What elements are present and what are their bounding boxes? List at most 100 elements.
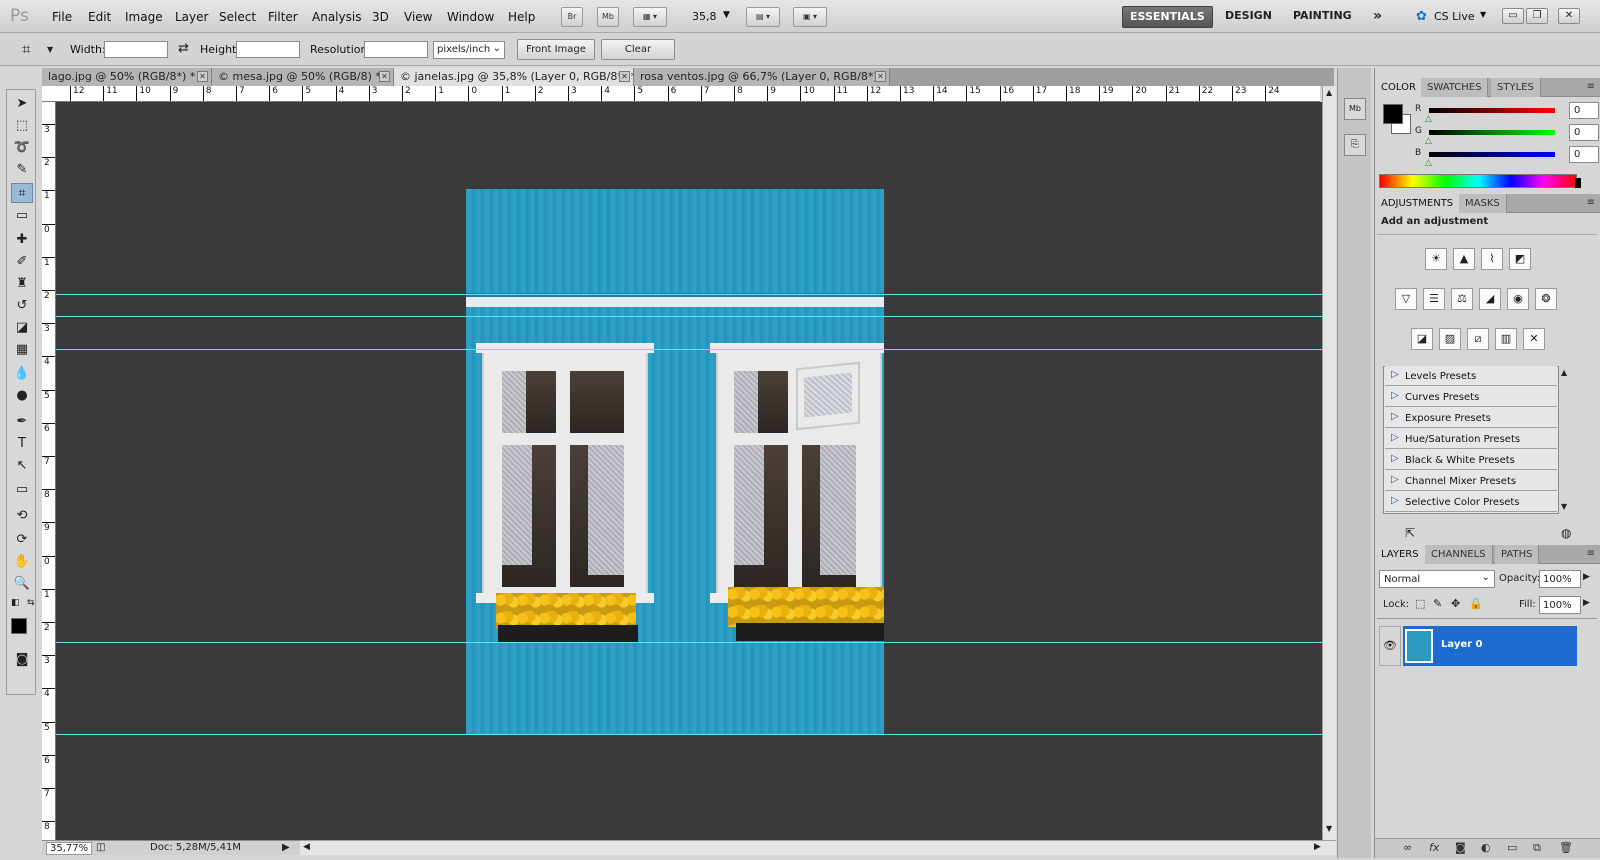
panel-menu-icon[interactable]: ≡ [1587,81,1595,92]
menu-help[interactable]: Help [508,10,535,24]
crop-tool-preset-icon[interactable]: ⌗ [22,40,30,58]
brush-tool-icon[interactable]: ✐ [11,252,33,272]
menu-analysis[interactable]: Analysis [312,10,361,24]
zoom-tool-icon[interactable]: 🔍 [11,574,33,594]
tab-channels[interactable]: CHANNELS [1425,545,1493,564]
guide-line[interactable] [56,294,1322,295]
status-icon[interactable]: ◫ [96,842,105,853]
lock-all-icon[interactable]: 🔒 [1469,597,1483,610]
front-image-button[interactable]: Front Image [517,39,595,60]
bridge-button[interactable]: Br [561,7,583,27]
tab-adjustments[interactable]: ADJUSTMENTS [1375,194,1461,213]
menu-layer[interactable]: Layer [175,10,208,24]
blue-value[interactable]: 0 [1569,146,1599,163]
black-white-icon[interactable]: ◢ [1479,288,1501,310]
selective-color-presets[interactable]: Selective Color Presets [1385,492,1557,512]
history-panel-icon[interactable]: ⎘ [1344,134,1366,156]
width-input[interactable] [104,41,168,58]
close-tab-icon[interactable]: ✕ [379,71,390,82]
mini-bridge-panel-icon[interactable]: Mb [1344,98,1366,120]
lock-transparency-icon[interactable]: ⬚ [1415,597,1425,610]
blur-tool-icon[interactable]: 💧 [11,364,33,384]
menu-filter[interactable]: Filter [268,10,298,24]
curves-presets[interactable]: Curves Presets [1385,387,1557,407]
crop-tool-icon[interactable]: ⌗ [11,183,33,203]
close-tab-icon[interactable]: ✕ [197,71,208,82]
type-tool-icon[interactable]: T [11,434,33,454]
workspace-design[interactable]: DESIGN [1218,6,1279,28]
zoom-dropdown-icon[interactable]: ▼ [723,10,730,20]
zoom-field[interactable]: 35,77% [46,842,93,855]
horizontal-scrollbar[interactable]: ◀ ▶ [300,840,1336,855]
link-layers-icon[interactable]: ∞ [1403,841,1412,854]
scroll-up-icon[interactable]: ▲ [1561,368,1567,377]
document-canvas[interactable] [56,102,1322,840]
dodge-tool-icon[interactable]: ● [11,386,33,406]
horizontal-ruler[interactable]: 12 11 10 9 8 7 6 5 4 3 2 1 0 1 2 3 4 5 6 7 8 9 10 11 12 13 14 15 16 1… [54,86,1320,102]
scroll-down-icon[interactable]: ▼ [1326,824,1332,833]
lock-pixels-icon[interactable]: ✎ [1433,597,1442,610]
slider-handle-icon[interactable]: △ [1425,136,1432,146]
brightness-contrast-icon[interactable]: ☀ [1425,248,1447,270]
tab-layers[interactable]: LAYERS [1375,545,1426,564]
opacity-field[interactable]: 100% [1539,570,1581,588]
menu-image[interactable]: Image [125,10,163,24]
tab-mesa[interactable]: © mesa.jpg @ 50% (RGB/8) * [212,68,394,86]
gradient-map-icon[interactable]: ▥ [1495,328,1517,350]
height-input[interactable] [236,41,300,58]
cs-live-dropdown-icon[interactable]: ▼ [1480,10,1486,19]
history-brush-tool-icon[interactable]: ↺ [11,296,33,316]
panel-menu-icon[interactable]: ≡ [1587,197,1595,208]
layer-style-icon[interactable]: fx [1429,841,1439,854]
slider-handle-icon[interactable]: △ [1425,158,1432,168]
rectangle-tool-icon[interactable]: ▭ [11,480,33,500]
exposure-presets[interactable]: Exposure Presets [1385,408,1557,428]
quick-mask-icon[interactable]: ◙ [11,650,33,670]
eraser-tool-icon[interactable]: ◪ [11,318,33,338]
minimize-button[interactable]: ▭ [1502,8,1524,24]
clone-stamp-tool-icon[interactable]: ♜ [11,274,33,294]
tab-janelas[interactable]: © janelas.jpg @ 35,8% (Layer 0, RGB/8*) … [394,68,634,86]
new-adjustment-layer-icon[interactable]: ◐ [1481,841,1491,854]
add-mask-icon[interactable]: ◙ [1455,841,1466,854]
tab-paths[interactable]: PATHS [1495,545,1540,564]
layer-row[interactable]: Layer 0 [1403,626,1577,666]
move-tool-icon[interactable]: ➤ [11,94,33,114]
scroll-left-icon[interactable]: ◀ [303,842,310,852]
black-white-presets[interactable]: Black & White Presets [1385,450,1557,470]
guide-line[interactable] [56,349,1322,350]
ruler-tool-icon[interactable]: ▭ [11,206,33,226]
hand-tool-icon[interactable]: ✋ [11,552,33,572]
3d-rotate-tool-icon[interactable]: ⟲ [11,506,33,526]
scroll-down-icon[interactable]: ▼ [1561,502,1567,511]
guide-line[interactable] [56,316,1322,317]
green-slider[interactable] [1429,130,1555,135]
posterize-icon[interactable]: ▨ [1439,328,1461,350]
menu-edit[interactable]: Edit [88,10,111,24]
restore-button[interactable]: ❐ [1526,8,1548,24]
tab-masks[interactable]: MASKS [1459,194,1507,213]
adjustment-options-icon[interactable]: ◍ [1561,526,1571,540]
red-slider[interactable] [1429,108,1555,113]
channel-mixer-icon[interactable]: ❂ [1535,288,1557,310]
quick-selection-tool-icon[interactable]: ✎ [11,160,33,180]
layer-name[interactable]: Layer 0 [1441,639,1482,650]
black-swatch[interactable] [1575,178,1581,188]
menu-window[interactable]: Window [447,10,494,24]
close-tab-icon[interactable]: ✕ [619,71,630,82]
tab-swatches[interactable]: SWATCHES [1421,78,1489,97]
tab-color[interactable]: COLOR [1375,78,1423,97]
close-tab-icon[interactable]: ✕ [875,71,886,82]
tab-rosa-ventos[interactable]: rosa ventos.jpg @ 66,7% (Layer 0, RGB/8*… [634,68,890,86]
blend-mode-select[interactable]: Normal ⌄ [1379,570,1495,588]
levels-presets[interactable]: Levels Presets [1385,366,1557,386]
vertical-ruler[interactable]: 3 2 1 0 1 2 3 4 5 6 7 8 9 0 1 2 3 4 5 6 7 8 [42,102,56,840]
fill-dropdown-icon[interactable]: ▶ [1583,598,1590,608]
blue-slider[interactable] [1429,152,1555,157]
curves-icon[interactable]: ⌇ [1481,248,1503,270]
lasso-tool-icon[interactable]: ➰ [11,138,33,158]
foreground-color-swatch[interactable] [11,618,27,634]
exposure-icon[interactable]: ◩ [1509,248,1531,270]
opacity-dropdown-icon[interactable]: ▶ [1583,572,1590,582]
close-button[interactable]: ✕ [1558,8,1580,24]
